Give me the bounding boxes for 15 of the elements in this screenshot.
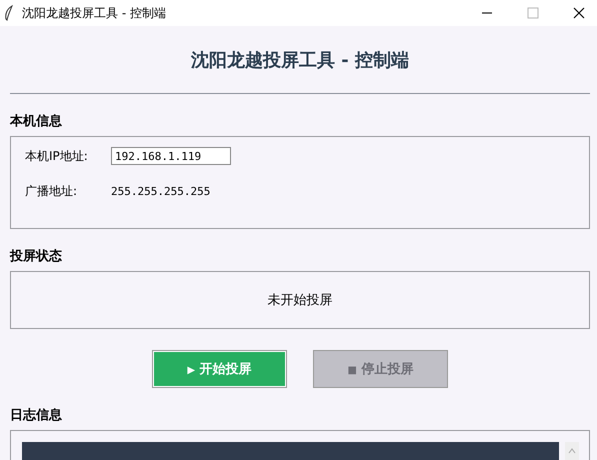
maximize-icon[interactable] [527,7,539,19]
status-text: 未开始投屏 [268,292,332,309]
field-label: 广播地址: [25,183,78,200]
start-button[interactable]: ▶ 开始投屏 [152,350,287,388]
ip-field[interactable]: 192.168.1.119 [111,147,231,165]
feather-icon [4,5,14,21]
field-label: 本机IP地址: [25,148,89,164]
broadcast-value: 255.255.255.255 [111,185,210,198]
section-heading: 本机信息 [10,113,63,130]
close-icon[interactable] [573,7,585,19]
window-title: 沈阳龙越投屏工具 - 控制端 [22,4,166,22]
app-heading: 沈阳龙越投屏工具 - 控制端 [190,48,410,72]
scroll-up-icon[interactable] [568,448,576,454]
section-heading: 投屏状态 [10,248,63,265]
section-heading: 日志信息 [10,406,63,424]
